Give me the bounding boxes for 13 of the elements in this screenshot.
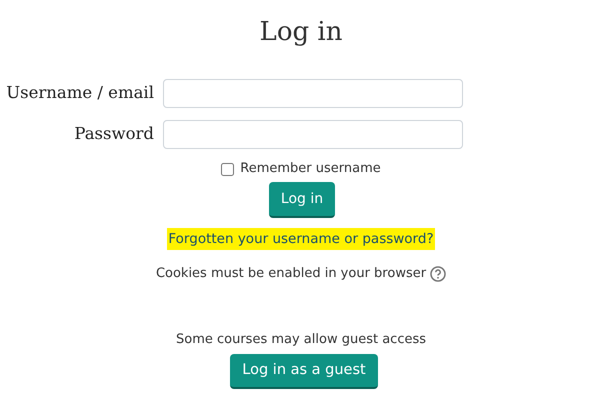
username-field[interactable] [163, 79, 463, 108]
guest-login-button[interactable]: Log in as a guest [230, 354, 378, 390]
password-field[interactable] [163, 120, 463, 149]
page-title: Log in [258, 16, 344, 49]
remember-label: Remember username [240, 160, 381, 178]
guest-note: Some courses may allow guest access [176, 330, 426, 349]
username-label: Username / email [5, 82, 154, 104]
forgot-password-link[interactable]: Forgotten your username or password? [167, 228, 435, 250]
login-button[interactable]: Log in [268, 182, 336, 218]
remember-checkbox[interactable] [221, 162, 234, 176]
help-icon[interactable] [430, 266, 446, 282]
password-label: Password [73, 123, 154, 146]
cookies-note: Cookies must be enabled in your browser [156, 265, 426, 284]
